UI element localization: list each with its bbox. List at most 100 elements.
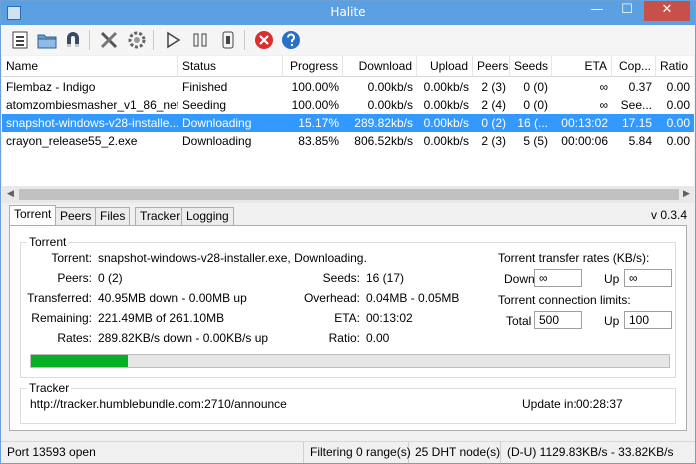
port-status: Port 13593 open xyxy=(1,442,304,463)
cell-copies: 17.15 xyxy=(621,116,652,130)
dht-status: 25 DHT node(s) xyxy=(409,442,501,463)
cell-peers: 0 (2) xyxy=(481,116,506,130)
table-row-selected[interactable]: snapshot-windows-v28-installe... Downloa… xyxy=(2,114,694,132)
cell-peers: 2 (4) xyxy=(481,98,506,112)
toolbar xyxy=(1,25,695,55)
cell-name: crayon_release55_2.exe xyxy=(6,134,138,148)
cell-seeds: 0 (0) xyxy=(523,98,548,112)
cell-ratio: 0.00 xyxy=(666,116,690,130)
cell-seeds: 16 (... xyxy=(517,116,548,130)
cell-copies: 5.84 xyxy=(628,134,652,148)
up-connections-label: Up xyxy=(604,314,620,328)
rates-status: (D-U) 1129.83KB/s - 33.82KB/s xyxy=(507,445,674,459)
open-folder-icon[interactable] xyxy=(36,29,58,51)
maximize-button[interactable]: ☐ xyxy=(613,1,641,21)
column-header-seeds[interactable]: Seeds xyxy=(510,56,552,77)
tab-tracker[interactable]: Tracker xyxy=(135,207,186,225)
tab-torrent[interactable]: Torrent xyxy=(9,205,57,226)
new-torrent-icon[interactable] xyxy=(9,29,31,51)
cell-name: snapshot-windows-v28-installe... xyxy=(6,116,178,130)
download-progress-bar xyxy=(30,354,670,368)
stop-icon[interactable] xyxy=(217,29,239,51)
torrent-name-value: snapshot-windows-v28-installer.exe, Down… xyxy=(98,251,367,265)
close-window-button[interactable]: ✕ xyxy=(644,1,690,21)
remove-icon[interactable] xyxy=(253,29,275,51)
ratio-value: 0.00 xyxy=(366,331,390,345)
up-rate-label: Up xyxy=(604,272,620,286)
pause-icon[interactable] xyxy=(189,29,211,51)
play-icon[interactable] xyxy=(162,29,184,51)
cell-copies: See... xyxy=(620,98,652,112)
version-label: v 0.3.4 xyxy=(651,208,688,222)
down-rate-input[interactable]: ∞ xyxy=(534,269,582,287)
total-connections-label: Total xyxy=(506,314,532,328)
peers-value: 0 (2) xyxy=(98,271,123,285)
column-header-download[interactable]: Download xyxy=(343,56,417,77)
column-header-progress[interactable]: Progress xyxy=(283,56,343,77)
cell-eta: ∞ xyxy=(599,80,608,94)
cell-progress: 15.17% xyxy=(298,116,339,130)
tab-peers[interactable]: Peers xyxy=(55,207,97,225)
rates-value: 289.82KB/s down - 0.00KB/s up xyxy=(98,331,269,345)
tab-logging[interactable]: Logging xyxy=(181,207,234,225)
torrent-list[interactable]: Name Status Progress Download Upload Pee… xyxy=(2,56,694,186)
cell-progress: 100.00% xyxy=(291,98,339,112)
update-in-value: 00:28:37 xyxy=(576,397,623,411)
filtering-status: Filtering 0 range(s) xyxy=(304,442,411,463)
cell-status: Seeding xyxy=(182,98,227,112)
column-header-upload[interactable]: Upload xyxy=(417,56,473,77)
cell-ratio: 0.00 xyxy=(666,80,690,94)
cell-progress: 83.85% xyxy=(298,134,339,148)
seeds-label: Seeds: xyxy=(322,271,360,285)
cell-progress: 100.00% xyxy=(291,80,339,94)
minimize-button[interactable]: — xyxy=(583,1,611,21)
torrent-details-panel: Torrent Torrent: snapshot-windows-v28-in… xyxy=(9,225,687,431)
halite-window: Halite — ☐ ✕ Name Status Progress Downlo… xyxy=(0,0,696,464)
scroll-left-icon[interactable]: ◀ xyxy=(7,189,14,199)
cell-download: 0.00kb/s xyxy=(367,80,413,94)
overhead-label: Overhead: xyxy=(303,291,360,305)
cell-download: 289.82kb/s xyxy=(354,116,413,130)
cell-upload: 0.00kb/s xyxy=(423,116,469,130)
cell-copies: 0.37 xyxy=(628,80,652,94)
cell-download: 0.00kb/s xyxy=(367,98,413,112)
cell-peers: 2 (3) xyxy=(481,80,506,94)
table-row[interactable]: Flembaz - Indigo Finished 100.00% 0.00kb… xyxy=(2,78,694,96)
toolbar-separator xyxy=(153,30,154,50)
tools-icon[interactable] xyxy=(98,29,120,51)
column-header-peers[interactable]: Peers xyxy=(473,56,510,77)
settings-gear-icon[interactable] xyxy=(126,29,148,51)
seeds-value: 16 (17) xyxy=(366,271,405,285)
scrollbar-thumb[interactable] xyxy=(19,189,679,200)
list-header: Name Status Progress Download Upload Pee… xyxy=(2,56,694,77)
column-header-ratio[interactable]: Ratio xyxy=(656,56,694,77)
rates-label: Rates: xyxy=(57,331,92,345)
ratio-label: Ratio: xyxy=(328,331,360,345)
up-rate-input[interactable]: ∞ xyxy=(624,269,672,287)
horizontal-scrollbar[interactable]: ◀ ▶ xyxy=(2,186,694,203)
update-in-label: Update in: xyxy=(522,397,577,411)
scroll-right-icon[interactable]: ▶ xyxy=(683,189,690,199)
cell-name: atomzombiesmasher_v1_86_net... xyxy=(6,98,178,112)
cell-status: Downloading xyxy=(182,134,252,148)
magnet-icon[interactable] xyxy=(62,29,84,51)
eta-label: ETA: xyxy=(334,311,360,325)
total-connections-input[interactable]: 500 xyxy=(534,311,582,329)
progress-fill xyxy=(31,355,128,367)
connection-limits-title: Torrent connection limits: xyxy=(498,293,631,307)
cell-status: Finished xyxy=(182,80,228,94)
column-header-status[interactable]: Status xyxy=(178,56,283,77)
help-icon[interactable] xyxy=(280,29,302,51)
cell-name: Flembaz - Indigo xyxy=(6,80,96,94)
up-connections-input[interactable]: 100 xyxy=(624,311,672,329)
column-header-copies[interactable]: Cop... xyxy=(612,56,656,77)
remaining-label: Remaining: xyxy=(31,311,92,325)
table-row[interactable]: atomzombiesmasher_v1_86_net... Seeding 1… xyxy=(2,96,694,114)
column-header-name[interactable]: Name xyxy=(2,56,178,77)
title-bar[interactable]: Halite — ☐ ✕ xyxy=(1,1,695,25)
table-row[interactable]: crayon_release55_2.exe Downloading 83.85… xyxy=(2,132,694,150)
column-header-eta[interactable]: ETA xyxy=(552,56,612,77)
tab-files[interactable]: Files xyxy=(95,207,131,225)
cell-seeds: 0 (0) xyxy=(523,80,548,94)
tracker-url: http://tracker.humblebundle.com:2710/ann… xyxy=(30,397,287,411)
